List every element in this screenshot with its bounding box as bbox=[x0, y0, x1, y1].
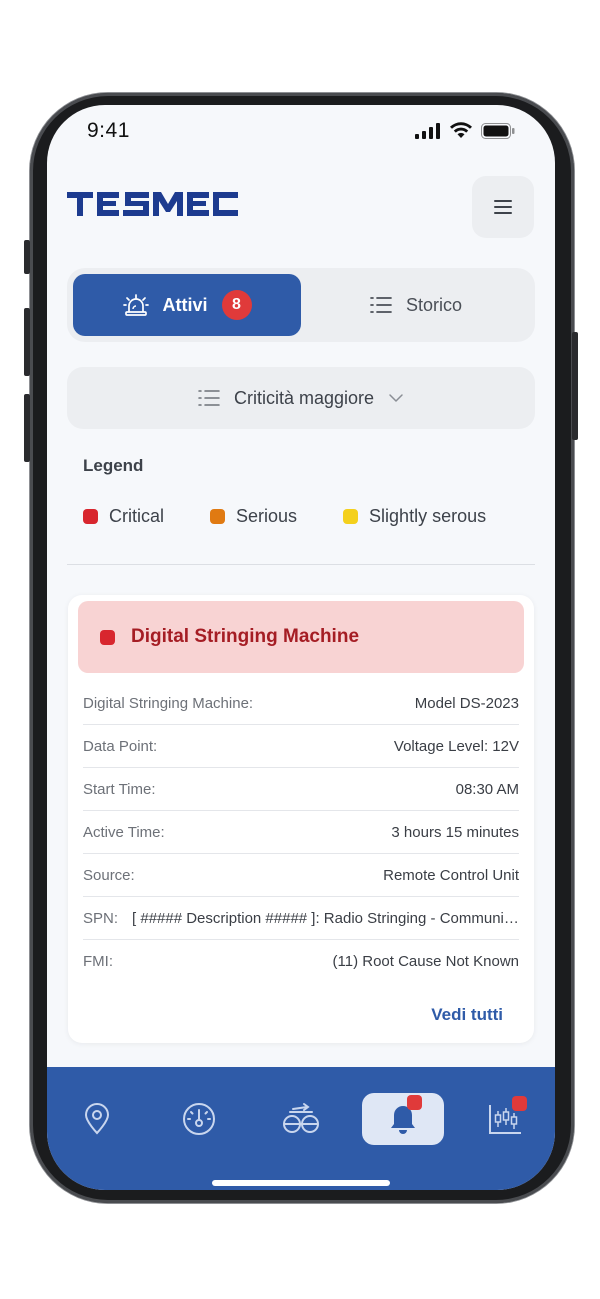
tab-attivi[interactable]: Attivi 8 bbox=[73, 274, 301, 336]
app-screen: 9:41 Attivi 8 Storico Criticità maggiore… bbox=[47, 105, 555, 1190]
detail-row-start-time: Start Time: 08:30 AM bbox=[83, 768, 519, 811]
status-bar: 9:41 bbox=[47, 105, 555, 157]
tab-storico[interactable]: Storico bbox=[303, 274, 529, 336]
status-icons bbox=[415, 122, 515, 139]
legend-item-slightly-serious: Slightly serous bbox=[343, 506, 486, 527]
alert-details: Digital Stringing Machine: Model DS-2023… bbox=[83, 682, 519, 983]
notification-dot bbox=[407, 1095, 422, 1110]
notification-dot bbox=[512, 1096, 527, 1111]
nav-item-analytics[interactable] bbox=[464, 1093, 546, 1145]
sort-select[interactable]: Criticità maggiore bbox=[67, 367, 535, 429]
slightly-serious-color-swatch bbox=[343, 509, 359, 524]
stringing-machine-icon bbox=[283, 1103, 319, 1133]
see-all-link[interactable]: Vedi tutti bbox=[431, 1005, 503, 1025]
detail-value: 08:30 AM bbox=[455, 780, 519, 798]
alert-card-header: Digital Stringing Machine bbox=[78, 601, 524, 673]
detail-key: Source: bbox=[83, 866, 135, 884]
critical-severity-indicator bbox=[100, 629, 115, 645]
legend-item-serious: Serious bbox=[210, 506, 297, 527]
detail-value: Remote Control Unit bbox=[383, 866, 519, 884]
legend-item-label: Serious bbox=[236, 506, 298, 526]
detail-row-machine: Digital Stringing Machine: Model DS-2023 bbox=[83, 682, 519, 725]
home-indicator bbox=[212, 1180, 390, 1186]
hamburger-icon bbox=[494, 200, 512, 214]
detail-key: Start Time: bbox=[83, 780, 156, 798]
wifi-icon bbox=[450, 122, 472, 138]
nav-item-dashboard[interactable] bbox=[158, 1093, 240, 1145]
alerts-tabs: Attivi 8 Storico bbox=[67, 268, 535, 342]
silent-switch bbox=[24, 240, 30, 274]
critical-color-swatch bbox=[83, 509, 98, 524]
detail-row-active-time: Active Time: 3 hours 15 minutes bbox=[83, 811, 519, 854]
legend-item-label: Slightly serous bbox=[369, 506, 487, 526]
serious-color-swatch bbox=[210, 509, 226, 524]
detail-key: FMI: bbox=[83, 953, 113, 970]
status-time: 9:41 bbox=[87, 119, 130, 142]
tab-attivi-label: Attivi bbox=[162, 294, 208, 315]
alert-card[interactable]: Digital Stringing Machine Digital String… bbox=[68, 595, 534, 1043]
volume-up-button bbox=[24, 308, 30, 376]
detail-row-spn: SPN: [ ##### Description ##### ]: Radio … bbox=[83, 897, 519, 940]
detail-value: 3 hours 15 minutes bbox=[391, 823, 519, 841]
active-alerts-count-badge: 8 bbox=[221, 290, 252, 320]
tesmec-logo bbox=[67, 191, 247, 222]
bottom-navigation bbox=[47, 1067, 555, 1190]
detail-key: Data Point: bbox=[83, 737, 158, 755]
detail-value: (11) Root Cause Not Known bbox=[332, 953, 519, 970]
nav-item-alerts[interactable] bbox=[362, 1093, 444, 1145]
cellular-signal-icon bbox=[415, 122, 440, 139]
detail-value: Voltage Level: 12V bbox=[393, 737, 519, 755]
legend-item-label: Critical bbox=[109, 506, 165, 526]
battery-icon bbox=[481, 122, 515, 139]
dashboard-gauge-icon bbox=[183, 1103, 215, 1135]
power-button bbox=[572, 332, 578, 440]
detail-row-source: Source: Remote Control Unit bbox=[83, 854, 519, 897]
divider bbox=[67, 564, 535, 565]
detail-key: SPN: bbox=[83, 909, 119, 927]
detail-row-data-point: Data Point: Voltage Level: 12V bbox=[83, 725, 519, 768]
detail-value: Model DS-2023 bbox=[414, 694, 519, 712]
menu-button[interactable] bbox=[472, 176, 534, 238]
sort-select-value: Criticità maggiore bbox=[233, 387, 375, 408]
tab-storico-label: Storico bbox=[405, 294, 463, 315]
severity-legend: Critical Serious Slightly serous bbox=[83, 506, 486, 527]
list-icon bbox=[370, 297, 392, 313]
detail-key: Active Time: bbox=[83, 823, 165, 841]
volume-down-button bbox=[24, 394, 30, 462]
nav-item-map[interactable] bbox=[56, 1093, 138, 1145]
chevron-down-icon bbox=[389, 394, 403, 402]
detail-value: [ ##### Description ##### ]: Radio Strin… bbox=[132, 909, 519, 927]
detail-row-fmi: FMI: (11) Root Cause Not Known bbox=[83, 940, 519, 983]
location-pin-icon bbox=[84, 1103, 110, 1135]
legend-item-critical: Critical bbox=[83, 506, 164, 527]
alert-card-title: Digital Stringing Machine bbox=[131, 626, 360, 647]
siren-alarm-icon bbox=[122, 294, 149, 316]
detail-key: Digital Stringing Machine: bbox=[83, 694, 254, 712]
legend-title: Legend bbox=[83, 456, 144, 475]
list-icon bbox=[198, 390, 220, 406]
nav-item-machines[interactable] bbox=[260, 1093, 342, 1145]
